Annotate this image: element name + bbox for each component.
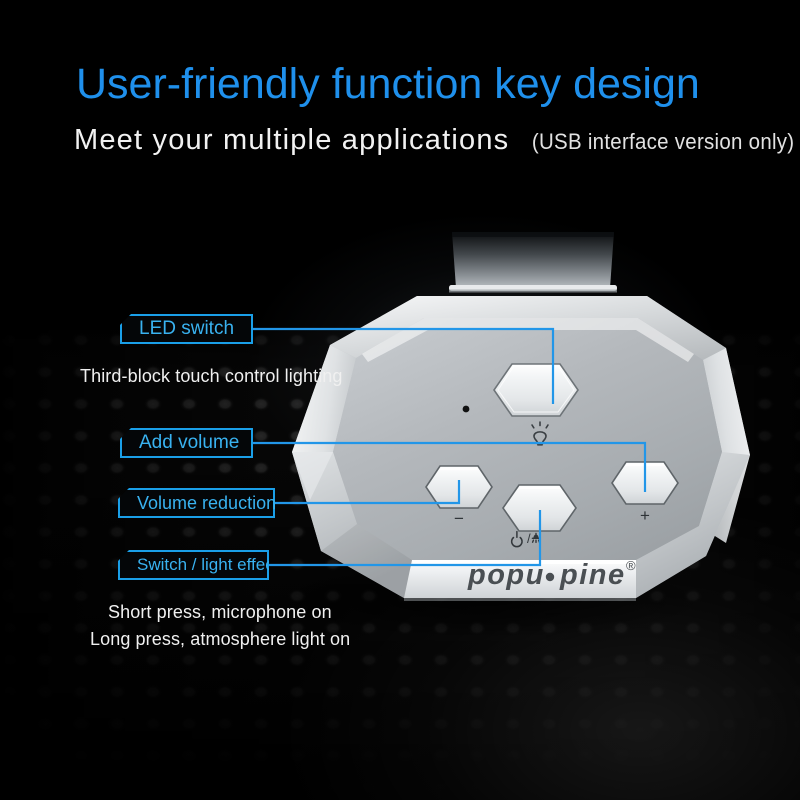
callout-led-switch[interactable]: LED switch: [120, 314, 253, 344]
description-long-press: Long press, atmosphere light on: [90, 629, 351, 649]
callout-add-volume-label: Add volume: [139, 432, 240, 453]
connector-add-volume: [253, 441, 647, 492]
description-led: Third-block touch control lighting: [80, 366, 343, 386]
connector-volume-reduction: [275, 480, 461, 505]
callout-add-volume[interactable]: Add volume: [120, 428, 253, 458]
callout-connector-lines: [253, 327, 647, 567]
connector-switch-light: [269, 510, 542, 567]
callout-led-switch-label: LED switch: [139, 318, 235, 339]
callout-volume-reduction-label: Volume reduction: [137, 492, 277, 513]
description-short-press: Short press, microphone on: [108, 602, 332, 622]
product-feature-slide: User-friendly function key design Meet y…: [0, 0, 800, 800]
callout-switch-light-effect[interactable]: Switch / light effect: [118, 550, 269, 580]
callout-switch-light-effect-label: Switch / light effect: [137, 555, 279, 574]
callout-volume-reduction[interactable]: Volume reduction: [118, 488, 275, 518]
